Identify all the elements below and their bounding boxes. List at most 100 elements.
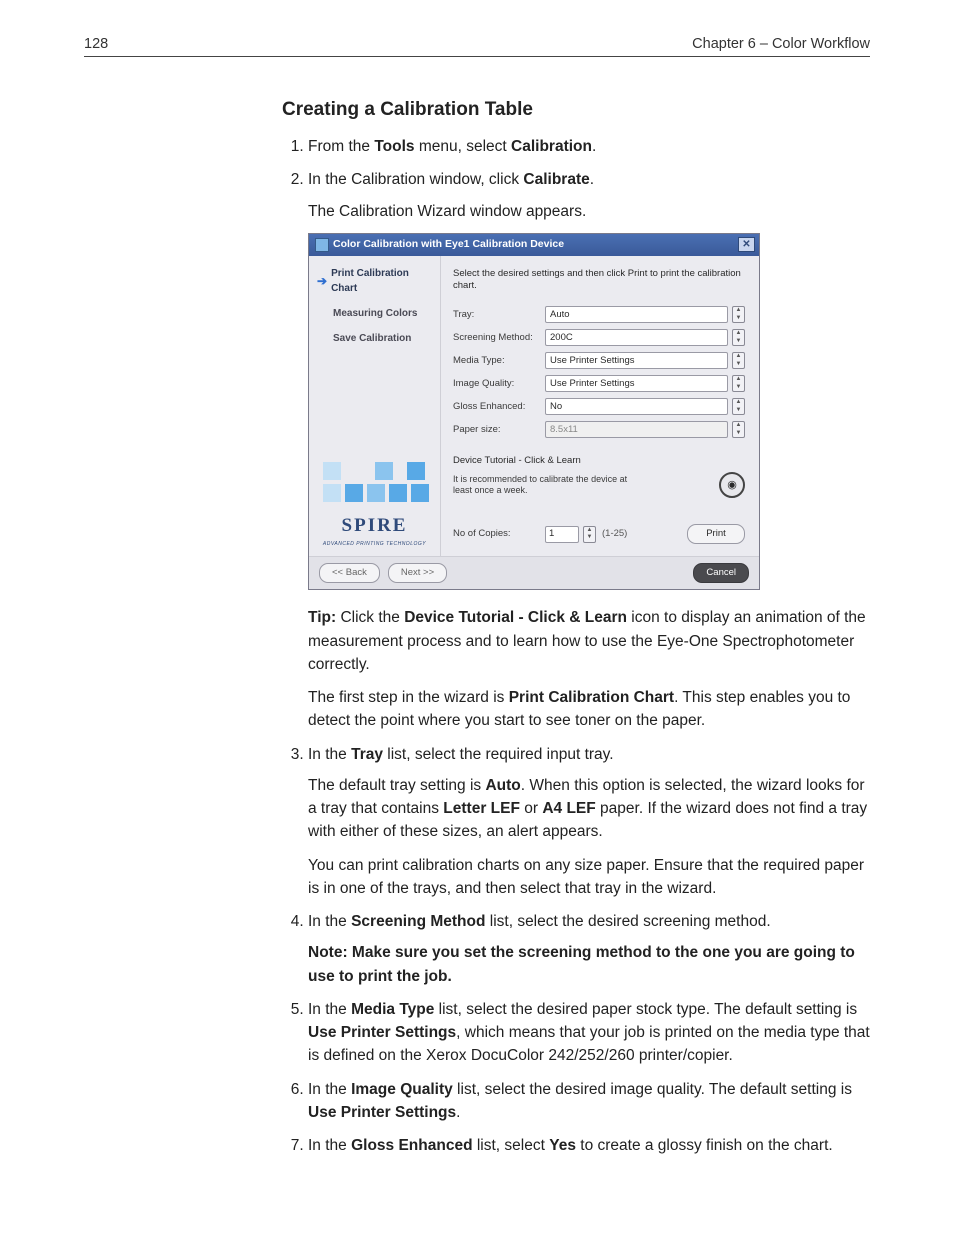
row-quality: Image Quality: Use Printer Settings ▲▼ — [453, 375, 745, 392]
bold: Letter LEF — [443, 800, 520, 817]
quality-select[interactable]: Use Printer Settings — [545, 375, 728, 392]
bold: A4 LEF — [542, 800, 595, 817]
text: The default tray setting is — [308, 777, 485, 794]
calibration-dialog: Color Calibration with Eye1 Calibration … — [308, 233, 760, 591]
cancel-button[interactable]: Cancel — [693, 563, 749, 583]
bold: Print Calibration Chart — [509, 689, 674, 706]
film-icon: ◉ — [727, 477, 737, 494]
tutorial-text: It is recommended to calibrate the devic… — [453, 474, 643, 497]
row-tray: Tray: Auto ▲▼ — [453, 306, 745, 323]
label-copies: No of Copies: — [453, 527, 545, 541]
page-number: 128 — [84, 36, 108, 52]
note-text: Make sure you set the screening method t… — [308, 944, 855, 984]
dialog-body: ➔ Print Calibration Chart Measuring Colo… — [309, 256, 759, 557]
next-button[interactable]: Next >> — [388, 563, 447, 583]
step-1: From the Tools menu, select Calibration. — [308, 135, 870, 158]
bold: Use Printer Settings — [308, 1104, 456, 1121]
bold: Tools — [374, 138, 414, 155]
text: In the — [308, 1137, 351, 1154]
sidebar-art: SPIRE Advanced Printing Technology — [317, 356, 432, 549]
tutorial-row: It is recommended to calibrate the devic… — [453, 472, 745, 498]
label-media: Media Type: — [453, 354, 545, 368]
row-gloss: Gloss Enhanced: No ▲▼ — [453, 398, 745, 415]
app-icon — [315, 238, 329, 252]
bold: Calibrate — [523, 171, 589, 188]
chapter-title: Chapter 6 – Color Workflow — [692, 36, 870, 52]
screening-select[interactable]: 200C — [545, 329, 728, 346]
text: list, select — [473, 1137, 550, 1154]
page: 128 Chapter 6 – Color Workflow Creating … — [0, 0, 954, 1235]
sidebar-step-print-chart[interactable]: ➔ Print Calibration Chart — [317, 266, 432, 296]
stepper-icon[interactable]: ▲▼ — [732, 352, 745, 369]
decorative-squares — [317, 462, 432, 502]
step-6: In the Image Quality list, select the de… — [308, 1078, 870, 1125]
text: list, select the desired paper stock typ… — [434, 1001, 857, 1018]
tip-paragraph: Tip: Click the Device Tutorial - Click &… — [308, 606, 870, 676]
row-copies: No of Copies: 1 ▲▼ (1-25) Print — [453, 524, 745, 544]
stepper-icon[interactable]: ▲▼ — [732, 329, 745, 346]
label-paper: Paper size: — [453, 423, 545, 437]
text: Click the — [340, 609, 404, 626]
content: Creating a Calibration Table From the To… — [282, 99, 870, 1157]
print-button[interactable]: Print — [687, 524, 745, 544]
sidebar-step-save[interactable]: Save Calibration — [317, 331, 432, 346]
text: . — [592, 138, 596, 155]
text: In the — [308, 913, 351, 930]
step-4: In the Screening Method list, select the… — [308, 910, 870, 988]
stepper-icon[interactable]: ▲▼ — [732, 375, 745, 392]
text: to create a glossy finish on the chart. — [576, 1137, 833, 1154]
bold: Gloss Enhanced — [351, 1137, 472, 1154]
bold: Yes — [549, 1137, 576, 1154]
tutorial-button[interactable]: ◉ — [719, 472, 745, 498]
text: The first step in the wizard is — [308, 689, 509, 706]
step-7: In the Gloss Enhanced list, select Yes t… — [308, 1134, 870, 1157]
stepper-icon[interactable]: ▲▼ — [583, 526, 596, 543]
sidebar-step-label: Measuring Colors — [333, 306, 417, 321]
text: list, select the desired screening metho… — [485, 913, 770, 930]
text: In the — [308, 1001, 351, 1018]
row-screening: Screening Method: 200C ▲▼ — [453, 329, 745, 346]
dialog-footer: << Back Next >> Cancel — [309, 556, 759, 589]
bold: Image Quality — [351, 1081, 453, 1098]
step-5: In the Media Type list, select the desir… — [308, 998, 870, 1068]
text: From the — [308, 138, 374, 155]
media-select[interactable]: Use Printer Settings — [545, 352, 728, 369]
tutorial-label: Device Tutorial - Click & Learn — [453, 454, 745, 468]
dialog-main: Select the desired settings and then cli… — [441, 256, 759, 557]
label-tray: Tray: — [453, 308, 545, 322]
text: The Calibration Wizard window appears. — [308, 200, 870, 223]
dialog-sidebar: ➔ Print Calibration Chart Measuring Colo… — [309, 256, 441, 557]
copies-input[interactable]: 1 — [545, 526, 579, 543]
close-icon: ✕ — [742, 237, 750, 252]
step-4-note: Note: Make sure you set the screening me… — [308, 941, 870, 988]
tray-select[interactable]: Auto — [545, 306, 728, 323]
spire-logo: SPIRE — [317, 512, 432, 541]
bold: Screening Method — [351, 913, 485, 930]
gloss-select[interactable]: No — [545, 398, 728, 415]
back-button[interactable]: << Back — [319, 563, 380, 583]
section-title: Creating a Calibration Table — [282, 99, 870, 121]
stepper-icon[interactable]: ▲▼ — [732, 306, 745, 323]
label-screening: Screening Method: — [453, 331, 545, 345]
text: or — [520, 800, 542, 817]
paper-select: 8.5x11 — [545, 421, 728, 438]
spire-tagline: Advanced Printing Technology — [317, 541, 432, 549]
text: list, select the required input tray. — [383, 746, 614, 763]
label-quality: Image Quality: — [453, 377, 545, 391]
stepper-icon[interactable]: ▲▼ — [732, 398, 745, 415]
label-gloss: Gloss Enhanced: — [453, 400, 545, 414]
text: . — [456, 1104, 460, 1121]
sidebar-step-measuring[interactable]: Measuring Colors — [317, 306, 432, 321]
title-left: Color Calibration with Eye1 Calibration … — [315, 237, 564, 253]
bold: Use Printer Settings — [308, 1024, 456, 1041]
dialog-instructions: Select the desired settings and then cli… — [453, 268, 745, 293]
arrow-right-icon: ➔ — [317, 275, 327, 287]
tip-label: Tip: — [308, 609, 340, 626]
bold: Calibration — [511, 138, 592, 155]
bold: Device Tutorial - Click & Learn — [404, 609, 627, 626]
text: . — [590, 171, 594, 188]
close-button[interactable]: ✕ — [738, 237, 755, 252]
step-2-body: The Calibration Wizard window appears. C… — [308, 200, 870, 733]
text: menu, select — [415, 138, 512, 155]
stepper-icon: ▲▼ — [732, 421, 745, 438]
